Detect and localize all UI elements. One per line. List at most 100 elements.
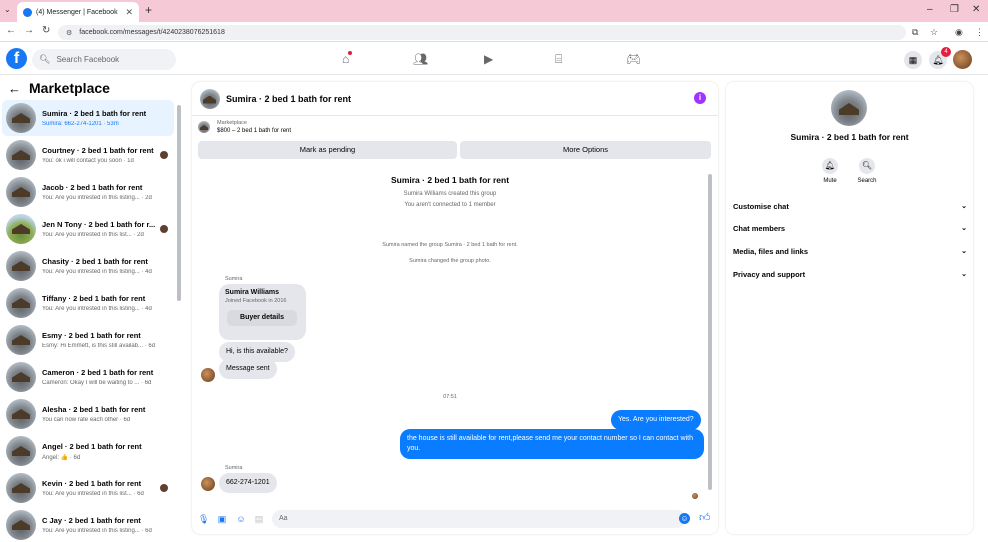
- back-arrow-icon[interactable]: ←: [8, 81, 21, 96]
- seen-avatar: [160, 151, 168, 159]
- conversation-item[interactable]: Tiffany · 2 bed 1 bath for rent You: Are …: [2, 285, 174, 321]
- conversation-list-panel: ← Marketplace Sumira · 2 bed 1 bath for …: [0, 76, 184, 542]
- sidebar-header: ← Marketplace: [8, 80, 110, 96]
- search-input[interactable]: 🔍︎ Search Facebook: [32, 49, 176, 70]
- conversation-avatar: [6, 399, 36, 429]
- url-text: facebook.com/messages/t/4240238076251618: [79, 29, 225, 36]
- conversation-item[interactable]: Courtney · 2 bed 1 bath for rent You: ok …: [2, 137, 174, 173]
- emoji-icon[interactable]: ☺: [679, 513, 690, 524]
- browser-menu-icon[interactable]: ⋮: [975, 27, 984, 38]
- like-icon[interactable]: 👍︎: [699, 511, 711, 524]
- conversation-item[interactable]: C Jay · 2 bed 1 bath for rent You: Are yo…: [2, 507, 174, 542]
- media-files-row[interactable]: Media, files and links ⌄: [733, 247, 967, 256]
- conversation-item[interactable]: Cameron · 2 bed 1 bath for rent Cameron: …: [2, 359, 174, 395]
- site-info-icon[interactable]: ⚙: [66, 29, 72, 37]
- conversation-avatar: [6, 103, 36, 133]
- message-input[interactable]: Aa: [272, 510, 686, 528]
- video-icon[interactable]: ▶: [484, 52, 493, 66]
- chevron-down-icon: ⌄: [961, 271, 967, 278]
- chat-members-row[interactable]: Chat members ⌄: [733, 224, 967, 233]
- account-avatar[interactable]: [953, 50, 972, 69]
- sticker-icon[interactable]: ☺: [236, 514, 246, 524]
- menu-grid-icon[interactable]: ▦: [904, 51, 922, 69]
- forward-icon[interactable]: →: [24, 25, 34, 36]
- conversation-name: Cameron · 2 bed 1 bath for rent: [42, 368, 154, 377]
- sender-avatar[interactable]: [201, 477, 215, 491]
- search-conversation-button[interactable]: 🔍︎ Search: [847, 158, 887, 184]
- conversation-item[interactable]: Esmy · 2 bed 1 bath for rent Esmy: Hi Emm…: [2, 322, 174, 358]
- conversation-avatar: [6, 473, 36, 503]
- search-label: Search: [857, 178, 877, 184]
- my-message-bubble[interactable]: the house is still available for rent,pl…: [400, 429, 704, 459]
- buyer-card: Sumira Williams Joined Facebook in 2016 …: [219, 284, 306, 340]
- conversation-preview: You: Are you intrested in this listing..…: [42, 195, 152, 201]
- conversation-name: Esmy · 2 bed 1 bath for rent: [42, 331, 141, 340]
- listing-banner[interactable]: Marketplace $800 – 2 bed 1 bath for rent: [198, 120, 291, 134]
- chat-header: Sumira · 2 bed 1 bath for rent i: [192, 82, 718, 116]
- photo-icon[interactable]: ▣: [217, 514, 227, 524]
- minimize-icon[interactable]: –: [927, 4, 933, 15]
- chat-details-panel: Sumira · 2 bed 1 bath for rent 🔔︎ Mute 🔍…: [726, 82, 973, 534]
- conversation-item[interactable]: Angel · 2 bed 1 bath for rent Angel: 👍 · …: [2, 433, 174, 469]
- address-bar[interactable]: ⚙ facebook.com/messages/t/42402380762516…: [58, 25, 906, 40]
- conversation-item[interactable]: Sumira · 2 bed 1 bath for rent Sumira: 66…: [2, 100, 174, 136]
- conversation-preview: You: ok i will contact you soon · 1d: [42, 158, 134, 164]
- window-close-icon[interactable]: ✕: [972, 4, 980, 15]
- conversation-item[interactable]: Jen N Tony · 2 bed 1 bath for r... You: A…: [2, 211, 174, 247]
- sender-avatar[interactable]: [201, 368, 215, 382]
- message-bubble[interactable]: 662-274-1201: [219, 473, 277, 493]
- conversation-preview: You: Are you intrested in this listing..…: [42, 269, 152, 275]
- bookmark-star-icon[interactable]: ☆: [930, 27, 938, 38]
- conversation-preview: You: Are you intrested in this list... ·…: [42, 491, 144, 497]
- conversation-item[interactable]: Kevin · 2 bed 1 bath for rent You: Are yo…: [2, 470, 174, 506]
- conversation-item[interactable]: Chasity · 2 bed 1 bath for rent You: Are …: [2, 248, 174, 284]
- browser-tab[interactable]: (4) Messenger | Facebook ✕: [17, 2, 139, 22]
- group-avatar[interactable]: [831, 90, 867, 126]
- notifications-icon[interactable]: 🔔︎ 4: [929, 47, 951, 69]
- profile-icon[interactable]: ◉: [955, 27, 963, 38]
- conversation-item[interactable]: Jacob · 2 bed 1 bath for rent You: Are yo…: [2, 174, 174, 210]
- conversation-preview: You: Are you intrested in this listing..…: [42, 306, 152, 312]
- buyer-joined: Joined Facebook in 2016: [225, 298, 287, 304]
- mute-label: Mute: [823, 178, 837, 184]
- customise-chat-row[interactable]: Customise chat ⌄: [733, 202, 967, 211]
- chat-avatar[interactable]: [200, 88, 220, 109]
- friends-icon[interactable]: 👥︎: [413, 52, 428, 66]
- marketplace-icon[interactable]: ⌸: [555, 52, 562, 67]
- conversation-avatar: [6, 325, 36, 355]
- chat-scrollbar[interactable]: [708, 174, 712, 490]
- chevron-down-icon: ⌄: [961, 225, 967, 232]
- gif-icon[interactable]: ▤: [254, 514, 264, 524]
- more-options-button[interactable]: More Options: [460, 141, 711, 159]
- tab-search-icon[interactable]: ⌄: [4, 5, 11, 14]
- conversation-name: Tiffany · 2 bed 1 bath for rent: [42, 294, 146, 303]
- notifications-badge: 4: [941, 47, 951, 57]
- privacy-support-row[interactable]: Privacy and support ⌄: [733, 270, 967, 279]
- restore-icon[interactable]: ❐: [950, 4, 959, 15]
- back-icon[interactable]: ←: [6, 25, 16, 36]
- info-icon[interactable]: i: [694, 92, 706, 104]
- gaming-icon[interactable]: 🎮︎: [626, 52, 641, 66]
- mark-pending-button[interactable]: Mark as pending: [198, 141, 457, 159]
- facebook-logo-icon[interactable]: f: [6, 48, 27, 69]
- conversation-item[interactable]: Alesha · 2 bed 1 bath for rent You can no…: [2, 396, 174, 432]
- sidebar-scrollbar[interactable]: [177, 105, 181, 301]
- conversation-name: Alesha · 2 bed 1 bath for rent: [42, 405, 146, 414]
- photo-notice: Sumira changed the group photo.: [409, 258, 491, 264]
- new-tab-icon[interactable]: +: [145, 3, 152, 17]
- conversation-preview: Sumira: 662-274-1201 · 53m: [42, 121, 119, 127]
- named-notice: Sumira named the group Sumira · 2 bed 1 …: [382, 242, 518, 248]
- tab-close-icon[interactable]: ✕: [125, 7, 133, 18]
- reload-icon[interactable]: ↻: [42, 25, 50, 36]
- buyer-name: Sumira Williams: [225, 289, 280, 296]
- chat-title[interactable]: Sumira · 2 bed 1 bath for rent: [226, 94, 351, 104]
- conversation-avatar: [6, 510, 36, 540]
- message-bubble[interactable]: Message sent: [219, 359, 277, 379]
- microphone-icon[interactable]: 🎙︎: [198, 514, 209, 524]
- home-icon[interactable]: ⌂: [342, 51, 353, 66]
- my-message-bubble[interactable]: Yes. Are you interested?: [611, 410, 701, 430]
- install-icon[interactable]: ⧉: [912, 27, 918, 38]
- conversation-name: Kevin · 2 bed 1 bath for rent: [42, 479, 142, 488]
- mute-button[interactable]: 🔔︎ Mute: [810, 158, 850, 184]
- buyer-details-button[interactable]: Buyer details: [227, 310, 297, 326]
